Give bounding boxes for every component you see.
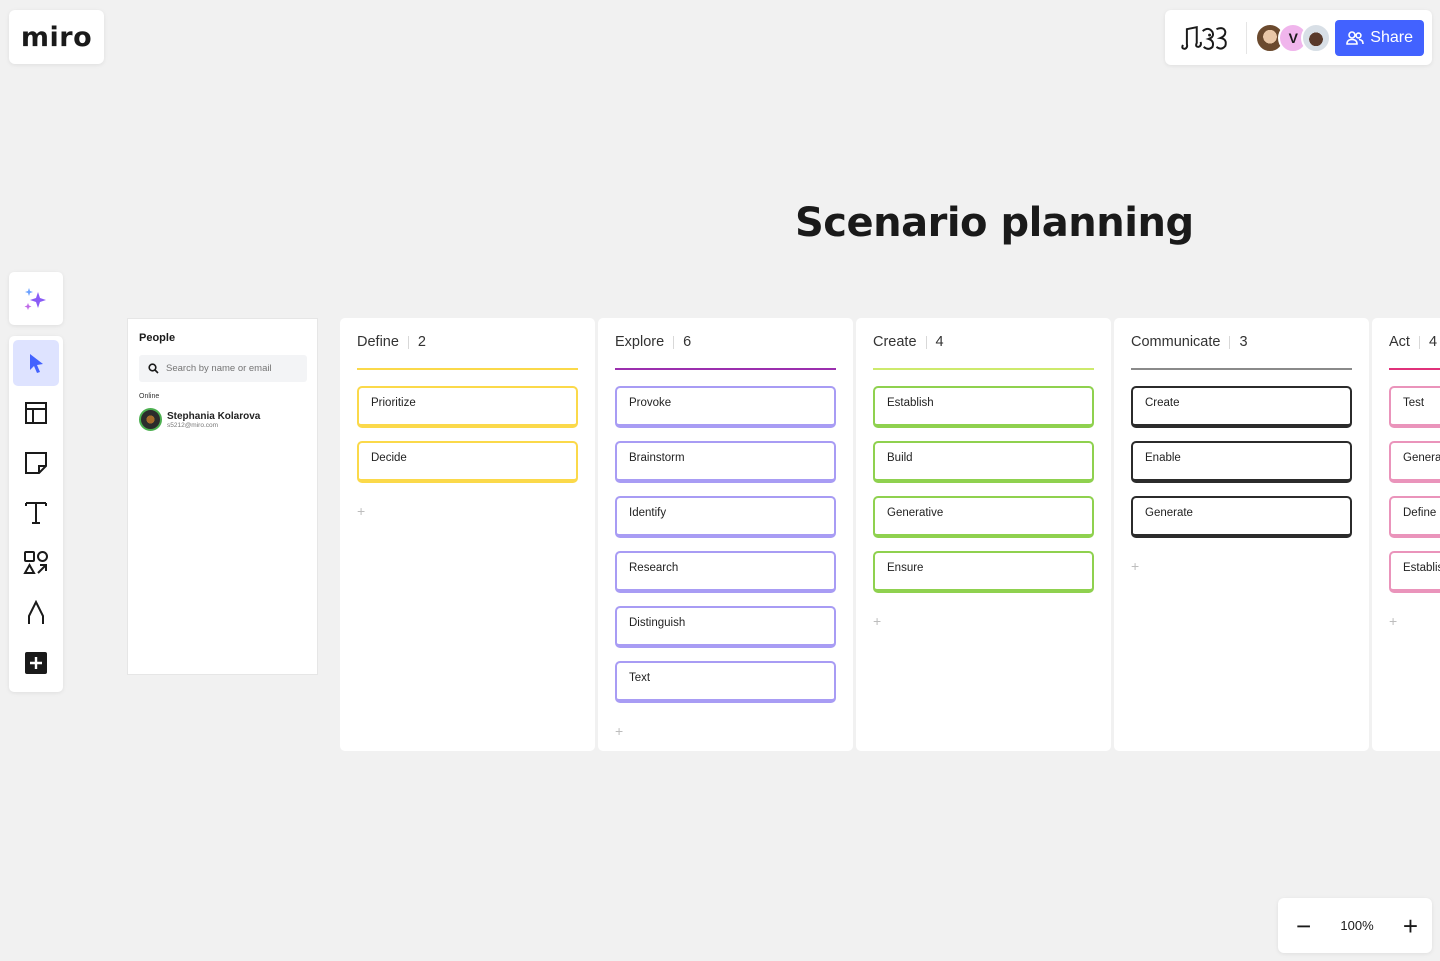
column-title: Explore bbox=[615, 334, 665, 350]
column-define: Define 2 Prioritize Decide + bbox=[340, 318, 595, 751]
card[interactable]: Establish bbox=[1389, 551, 1440, 593]
card[interactable]: Generative bbox=[873, 496, 1094, 538]
divider bbox=[1246, 21, 1248, 54]
tool-text[interactable] bbox=[13, 490, 59, 536]
tools-toolbar bbox=[9, 336, 63, 692]
column-title: Communicate bbox=[1131, 334, 1221, 350]
card[interactable]: Generate bbox=[1131, 496, 1352, 538]
add-card-button[interactable]: + bbox=[357, 503, 365, 519]
card[interactable]: Ensure bbox=[873, 551, 1094, 593]
card[interactable]: Distinguish bbox=[615, 606, 836, 648]
add-card-button[interactable]: + bbox=[1131, 558, 1139, 574]
people-title: People bbox=[139, 332, 176, 344]
column-separator bbox=[673, 335, 675, 349]
zoom-in-button[interactable]: + bbox=[1403, 913, 1418, 939]
person-avatar bbox=[139, 408, 162, 431]
people-search[interactable] bbox=[139, 355, 307, 382]
sticky-note-icon bbox=[25, 452, 47, 474]
column-separator bbox=[1418, 335, 1420, 349]
avatar-group[interactable]: V bbox=[1255, 22, 1332, 53]
people-panel: People Online Stephania Kolarova s5212@m… bbox=[127, 318, 318, 675]
column-count: 3 bbox=[1239, 334, 1248, 350]
tool-shapes[interactable] bbox=[13, 540, 59, 586]
column-header[interactable]: Create 4 bbox=[873, 334, 944, 350]
card[interactable]: Decide bbox=[357, 441, 578, 483]
plus-square-icon bbox=[25, 652, 47, 674]
card[interactable]: Brainstorm bbox=[615, 441, 836, 483]
column-communicate: Communicate 3 Create Enable Generate + bbox=[1114, 318, 1369, 751]
shapes-icon bbox=[23, 551, 48, 574]
card[interactable]: Identify bbox=[615, 496, 836, 538]
zoom-level[interactable]: 100% bbox=[1340, 918, 1373, 933]
online-label: Online bbox=[139, 393, 160, 400]
search-icon bbox=[148, 363, 159, 374]
frame-layout-icon bbox=[25, 402, 47, 424]
column-underline bbox=[873, 368, 1094, 370]
tool-pen[interactable] bbox=[13, 590, 59, 636]
users-icon bbox=[1346, 30, 1365, 45]
zoom-out-button[interactable]: − bbox=[1296, 913, 1311, 939]
share-button[interactable]: Share bbox=[1335, 19, 1424, 56]
tool-frames[interactable] bbox=[13, 390, 59, 436]
share-label: Share bbox=[1370, 28, 1413, 46]
card[interactable]: Test bbox=[1389, 386, 1440, 428]
card[interactable]: Prioritize bbox=[357, 386, 578, 428]
tool-sticky-note[interactable] bbox=[13, 440, 59, 486]
card[interactable]: Text bbox=[615, 661, 836, 703]
column-act: Act 4 Test Generate Define Establish + bbox=[1372, 318, 1440, 751]
board-title: Scenario planning bbox=[795, 200, 1194, 246]
column-header[interactable]: Act 4 bbox=[1389, 334, 1437, 350]
column-create: Create 4 Establish Build Generative Ensure + bbox=[856, 318, 1111, 751]
card[interactable]: Enable bbox=[1131, 441, 1352, 483]
tool-select[interactable] bbox=[13, 340, 59, 386]
column-underline bbox=[615, 368, 836, 370]
person-email: s5212@miro.com bbox=[167, 421, 219, 429]
column-underline bbox=[357, 368, 578, 370]
column-title: Create bbox=[873, 334, 917, 350]
column-header[interactable]: Define 2 bbox=[357, 334, 426, 350]
card[interactable]: Generate bbox=[1389, 441, 1440, 483]
ai-assist-button[interactable] bbox=[9, 272, 63, 325]
column-count: 4 bbox=[1428, 334, 1438, 350]
pen-icon bbox=[28, 600, 44, 624]
card[interactable]: Build bbox=[873, 441, 1094, 483]
miro-logo[interactable]: miro bbox=[9, 10, 104, 64]
sparkles-icon bbox=[24, 287, 46, 310]
column-separator bbox=[407, 335, 409, 349]
zoom-control: − 100% + bbox=[1278, 898, 1432, 953]
column-separator bbox=[1229, 335, 1231, 349]
board-icon[interactable] bbox=[1179, 23, 1232, 53]
add-card-button[interactable]: + bbox=[615, 723, 623, 739]
text-icon bbox=[25, 502, 47, 524]
column-underline bbox=[1131, 368, 1352, 370]
card[interactable]: Establish bbox=[873, 386, 1094, 428]
person-name: Stephania Kolarova bbox=[167, 410, 261, 422]
column-header[interactable]: Communicate 3 bbox=[1131, 334, 1248, 350]
column-title: Act bbox=[1389, 334, 1410, 350]
column-count: 4 bbox=[935, 334, 944, 350]
column-count: 6 bbox=[683, 334, 692, 350]
person-item[interactable]: Stephania Kolarova s5212@miro.com bbox=[139, 408, 260, 431]
column-header[interactable]: Explore 6 bbox=[615, 334, 691, 350]
column-underline bbox=[1389, 368, 1440, 370]
card[interactable]: Create bbox=[1131, 386, 1352, 428]
column-separator bbox=[925, 335, 927, 349]
card[interactable]: Define bbox=[1389, 496, 1440, 538]
cursor-icon bbox=[30, 354, 43, 373]
collaboration-bar: V Share bbox=[1165, 10, 1432, 65]
avatar[interactable] bbox=[1301, 22, 1332, 53]
column-title: Define bbox=[357, 334, 399, 350]
column-count: 2 bbox=[417, 334, 426, 350]
card[interactable]: Provoke bbox=[615, 386, 836, 428]
add-card-button[interactable]: + bbox=[873, 613, 881, 629]
add-card-button[interactable]: + bbox=[1389, 613, 1397, 629]
card[interactable]: Research bbox=[615, 551, 836, 593]
column-explore: Explore 6 Provoke Brainstorm Identify Researc… bbox=[598, 318, 853, 751]
people-search-input[interactable] bbox=[166, 363, 306, 374]
logo-text: miro bbox=[20, 21, 93, 53]
tool-more[interactable] bbox=[13, 640, 59, 686]
